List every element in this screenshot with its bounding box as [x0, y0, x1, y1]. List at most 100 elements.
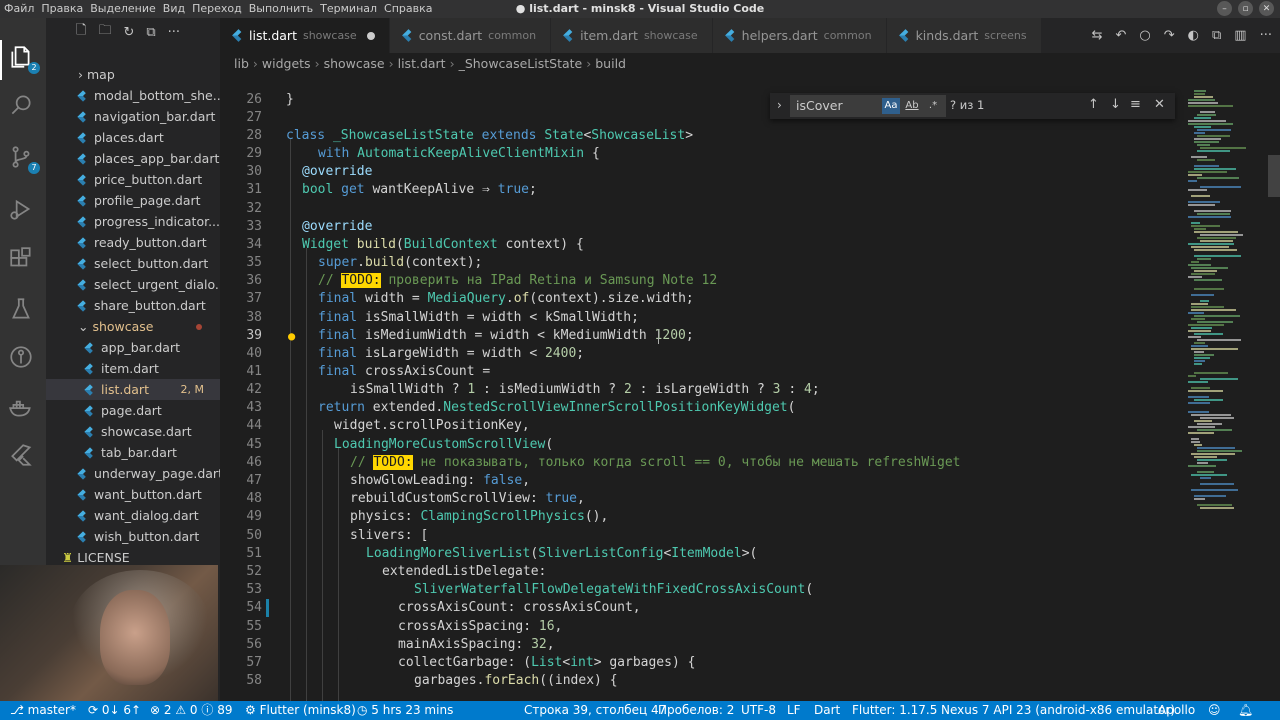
flutter-version[interactable]: Flutter: 1.17.5 [852, 701, 937, 720]
collapse-all-icon[interactable]: ⧉ [146, 25, 155, 40]
split-editor-icon[interactable]: ▥ [1234, 28, 1246, 43]
tree-item[interactable]: tab_bar.dart [46, 442, 220, 463]
next-match-icon[interactable]: ↓ [1110, 97, 1121, 112]
tree-item[interactable]: ⌄ showcase [46, 316, 220, 337]
find-in-selection-icon[interactable]: ≡ [1130, 97, 1141, 112]
run-debug-icon[interactable] [8, 196, 38, 226]
unsaved-dot-icon[interactable] [366, 31, 375, 40]
menu-view[interactable]: Вид [163, 2, 185, 15]
menu-help[interactable]: Справка [384, 2, 432, 15]
minimap[interactable] [1188, 86, 1270, 526]
tree-item[interactable]: modal_bottom_she... [46, 85, 220, 106]
find-input[interactable]: isCover [790, 95, 946, 117]
compare-icon[interactable]: ⇆ [1092, 28, 1103, 43]
vertical-scrollbar[interactable] [1268, 155, 1280, 197]
circle-icon[interactable]: ○ [1139, 28, 1150, 43]
new-folder-icon[interactable]: 🗀 [98, 21, 111, 43]
menu-terminal[interactable]: Терминал [320, 2, 377, 15]
device-selector[interactable]: Nexus 7 API 23 (android-x86 emulator) [941, 701, 1175, 720]
whole-word-icon[interactable]: Ab [903, 98, 921, 114]
tab-kinds-dart[interactable]: kinds.dart screens [886, 18, 1042, 53]
flutter-session[interactable]: ⚙ Flutter (minsk8) [245, 701, 356, 720]
tree-item[interactable]: places_app_bar.dart [46, 148, 220, 169]
menu-go[interactable]: Переход [192, 2, 242, 15]
chevron-down-icon[interactable]: ⌄ [78, 319, 92, 334]
sync-status[interactable]: ⟳ 0↓ 6↑ [88, 701, 141, 720]
tree-item[interactable]: item.dart [46, 358, 220, 379]
tab-item-dart[interactable]: item.dart showcase [551, 18, 713, 53]
minimap-line [1188, 189, 1207, 191]
chevron-right-icon[interactable]: › [78, 67, 87, 82]
regex-icon[interactable]: .* [924, 98, 942, 114]
new-file-icon[interactable]: 🗋 [76, 21, 86, 43]
breadcrumb-method[interactable]: build [595, 56, 626, 71]
tree-item[interactable]: places.dart [46, 127, 220, 148]
tree-item[interactable]: › map [46, 64, 220, 85]
menu-run[interactable]: Выполнить [249, 2, 313, 15]
explorer-icon[interactable]: 2 [8, 44, 40, 74]
tree-item[interactable]: progress_indicator.... [46, 211, 220, 232]
cursor-position[interactable]: Строка 39, столбец 47 [524, 701, 666, 720]
problems-status[interactable]: ⊗ 2 ⚠ 0 ⓘ 89 [150, 701, 232, 720]
testing-icon[interactable] [8, 296, 38, 326]
tree-item[interactable]: page.dart [46, 400, 220, 421]
match-case-icon[interactable]: Aa [882, 98, 900, 114]
go-forward-icon[interactable]: ↷ [1164, 28, 1175, 43]
tree-item[interactable]: price_button.dart [46, 169, 220, 190]
tree-item[interactable]: select_urgent_dialo... [46, 274, 220, 295]
breadcrumb-class[interactable]: _ShowcaseListState [459, 56, 583, 71]
tree-item[interactable]: want_dialog.dart [46, 505, 220, 526]
menu-edit[interactable]: Правка [41, 2, 83, 15]
previous-match-icon[interactable]: ↑ [1088, 97, 1099, 112]
tab-helpers-dart[interactable]: helpers.dart common [712, 18, 887, 53]
tab-list-dart[interactable]: list.dart showcase [220, 18, 390, 53]
breadcrumb-lib[interactable]: lib [234, 56, 249, 71]
tree-item[interactable]: share_button.dart [46, 295, 220, 316]
toggle-replace-icon[interactable]: › [777, 98, 782, 112]
tree-item[interactable]: select_button.dart [46, 253, 220, 274]
menu-selection[interactable]: Выделение [90, 2, 156, 15]
eol[interactable]: LF [787, 701, 801, 720]
tree-item[interactable]: ready_button.dart [46, 232, 220, 253]
more-actions-icon[interactable]: ··· [1260, 28, 1272, 43]
refresh-icon[interactable]: ↻ [123, 25, 134, 40]
go-back-icon[interactable]: ↶ [1116, 28, 1127, 43]
feedback-icon[interactable]: ☺ [1208, 701, 1221, 720]
breadcrumb-showcase[interactable]: showcase [324, 56, 385, 71]
breadcrumb-list-dart[interactable]: list.dart [398, 56, 446, 71]
tab-const-dart[interactable]: const.dart common [389, 18, 552, 53]
tree-item[interactable]: showcase.dart [46, 421, 220, 442]
tree-item[interactable]: list.dart 2, M [46, 379, 220, 400]
open-preview-icon[interactable]: ⧉ [1212, 28, 1221, 43]
language-mode[interactable]: Dart [814, 701, 840, 720]
code-editor[interactable]: 26 27 28 29 30 31 32 33 34 35 36 37 38 39 40 41 42 43 44 45… [220, 75, 1280, 701]
search-icon[interactable] [8, 92, 38, 122]
source-control-icon[interactable]: 7 [8, 144, 40, 174]
notifications-icon[interactable]: 🔔︎ [1238, 701, 1253, 720]
find-widget: › isCover Aa Ab .* ? из 1 ↑ ↓ ≡ ✕ [770, 93, 1175, 119]
time-tracker[interactable]: ◷ 5 hrs 23 mins [357, 701, 453, 720]
git-graph-icon[interactable] [8, 344, 38, 374]
more-actions-icon[interactable]: ··· [168, 25, 180, 40]
tree-item[interactable]: profile_page.dart [46, 190, 220, 211]
tree-item[interactable]: underway_page.dart [46, 463, 220, 484]
apollo-status[interactable]: Apollo [1158, 701, 1195, 720]
docker-icon[interactable] [8, 394, 38, 424]
minimize-icon[interactable]: – [1217, 1, 1232, 16]
close-find-icon[interactable]: ✕ [1154, 97, 1165, 112]
menu-file[interactable]: Файл [4, 2, 34, 15]
encoding[interactable]: UTF-8 [741, 701, 776, 720]
tree-item[interactable]: wish_button.dart [46, 526, 220, 547]
tree-item[interactable]: app_bar.dart [46, 337, 220, 358]
toggle-icon[interactable]: ◐ [1188, 28, 1199, 43]
close-icon[interactable]: ✕ [1259, 1, 1274, 16]
tree-item[interactable]: want_button.dart [46, 484, 220, 505]
breadcrumb-widgets[interactable]: widgets [262, 56, 311, 71]
flutter-outline-icon[interactable] [8, 442, 38, 472]
lightbulb-icon[interactable]: ● [288, 327, 295, 345]
extensions-icon[interactable] [8, 246, 38, 276]
tree-item[interactable]: navigation_bar.dart [46, 106, 220, 127]
maximize-icon[interactable]: ▫ [1238, 1, 1253, 16]
git-branch[interactable]: ⎇ master* [10, 701, 76, 720]
indentation[interactable]: Пробелов: 2 [658, 701, 734, 720]
